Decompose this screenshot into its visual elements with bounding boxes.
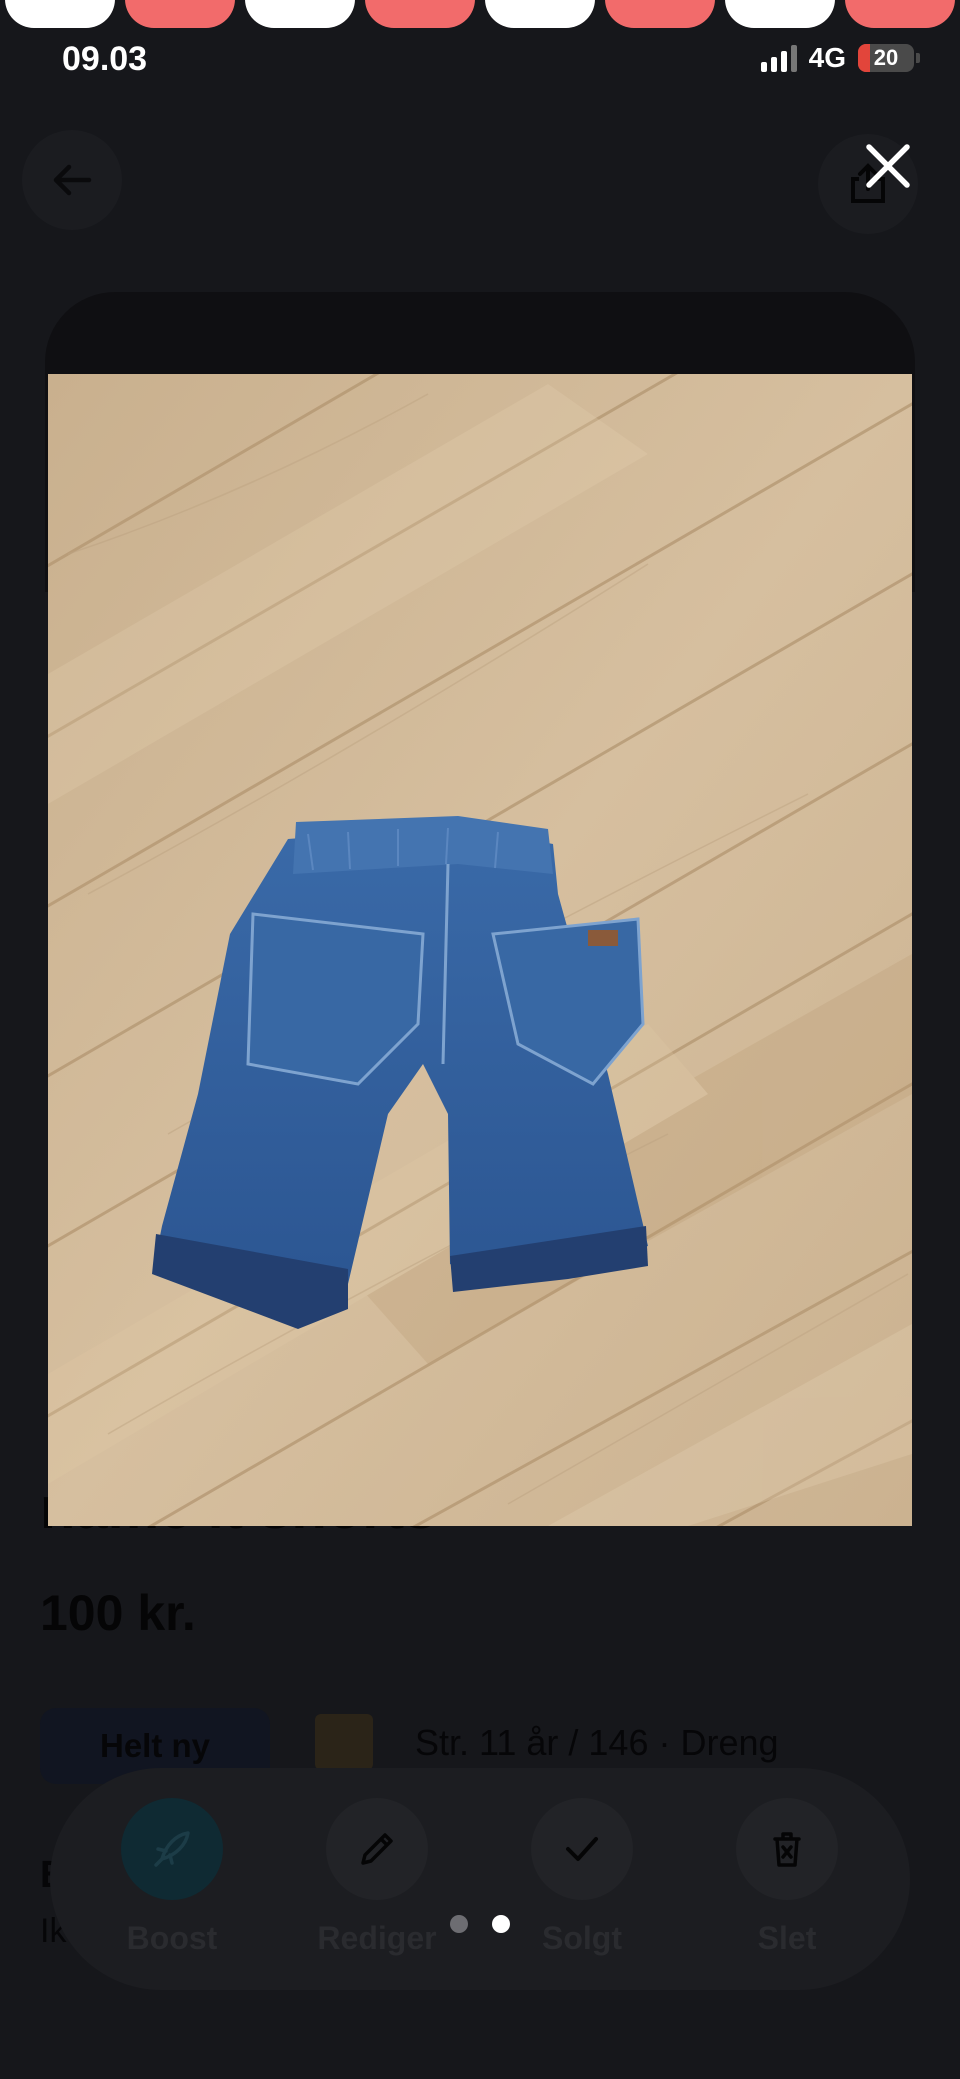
story-dot — [365, 0, 475, 28]
story-dot — [125, 0, 235, 28]
size-info: Str. 11 år / 146 · Dreng — [415, 1722, 779, 1763]
pager-dot[interactable] — [450, 1915, 468, 1933]
status-bar: 09.03 4G 20 — [0, 40, 960, 80]
network-type: 4G — [808, 42, 846, 73]
listing-price: 100 kr. — [40, 1585, 196, 1641]
trash-icon — [736, 1798, 838, 1900]
battery-tip — [916, 53, 920, 63]
arrow-left-icon — [53, 164, 92, 196]
listing-photo[interactable] — [48, 374, 912, 1526]
image-pager — [0, 1915, 960, 1935]
package-icon — [315, 1714, 373, 1770]
story-dot — [245, 0, 355, 28]
status-time: 09.03 — [62, 40, 148, 78]
check-icon — [531, 1798, 633, 1900]
action-bar: Boost Rediger Solgt Slet — [50, 1768, 910, 1990]
listing-header — [0, 130, 960, 234]
status-indicators: 4G 20 — [760, 42, 920, 74]
close-button[interactable] — [858, 136, 918, 196]
story-dot — [725, 0, 835, 28]
pencil-icon — [326, 1798, 428, 1900]
story-dot — [605, 0, 715, 28]
story-dot — [845, 0, 955, 28]
shorts-photo-illustration — [48, 374, 912, 1526]
pager-dot-active[interactable] — [492, 1915, 510, 1933]
battery-level: 20 — [873, 45, 899, 70]
battery-icon: 20 — [858, 44, 914, 72]
back-button[interactable] — [22, 130, 122, 230]
story-dot — [485, 0, 595, 28]
story-dot — [5, 0, 115, 28]
close-icon — [866, 144, 910, 188]
rocket-icon — [121, 1798, 223, 1900]
signal-icon — [760, 44, 797, 72]
story-dots-row — [0, 0, 960, 30]
